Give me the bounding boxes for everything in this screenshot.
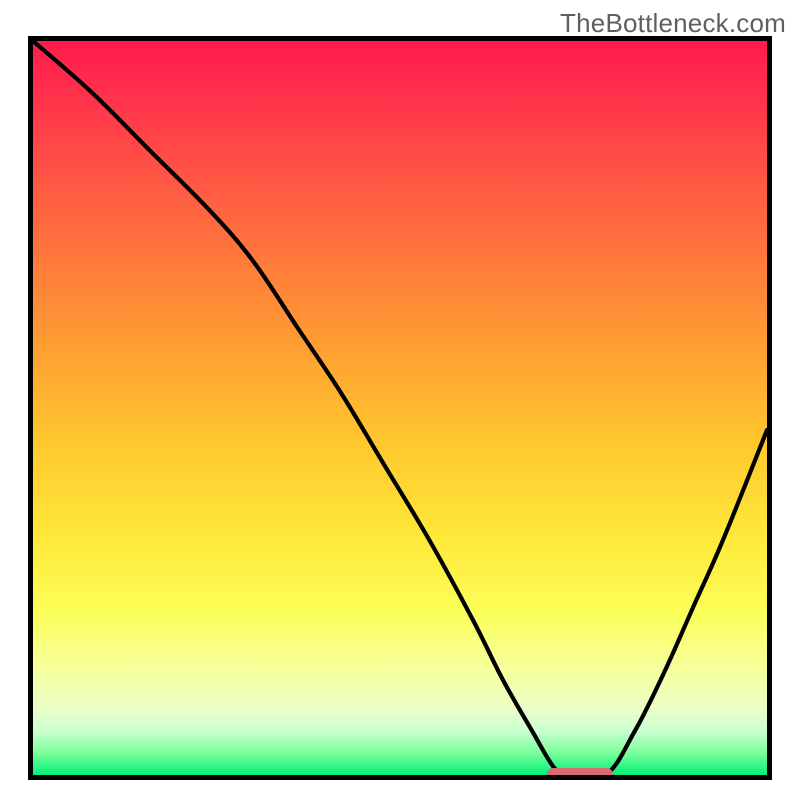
plot-frame [28,36,772,780]
optimal-range-marker [547,768,613,780]
watermark-text: TheBottleneck.com [560,8,786,39]
bottleneck-curve [33,41,767,775]
chart-root: TheBottleneck.com [0,0,800,800]
